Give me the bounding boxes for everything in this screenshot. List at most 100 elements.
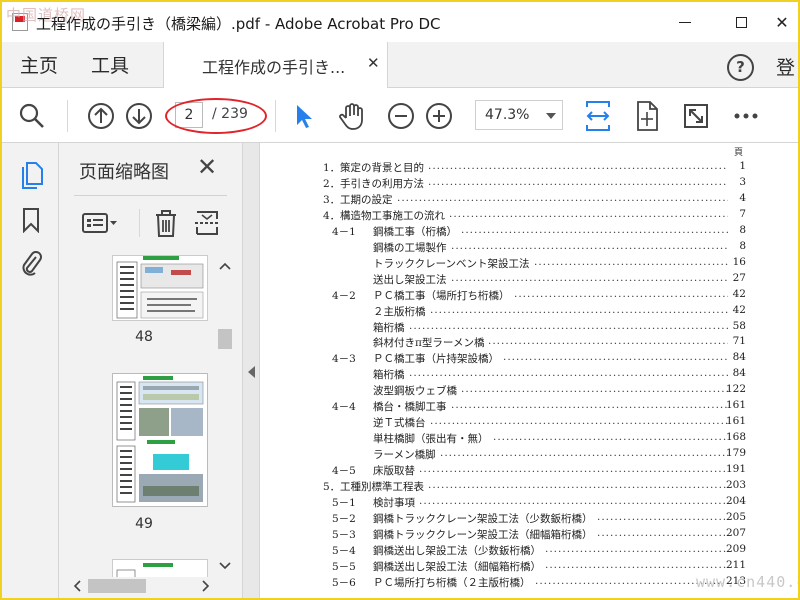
zoom-level-value: 47.3% <box>485 107 530 123</box>
help-icon[interactable]: ? <box>727 54 754 81</box>
close-window-button[interactable]: ✕ <box>762 8 798 36</box>
chevron-down-icon <box>546 113 556 119</box>
toc-entry-number: 1． <box>323 162 341 174</box>
close-panel-icon[interactable]: ✕ <box>197 153 217 181</box>
toc-entry-title: 鋼橋送出し架設工法（少数鈑桁橋） <box>373 544 541 557</box>
zoom-in-icon[interactable] <box>423 100 455 132</box>
zoom-out-icon[interactable] <box>385 100 417 132</box>
toc-entry: 箱桁橋.....................................… <box>260 367 798 383</box>
next-page-icon[interactable] <box>123 100 155 132</box>
bookmarks-icon[interactable] <box>18 205 44 235</box>
close-tab-icon[interactable]: ✕ <box>367 54 380 72</box>
corner-watermark: www.cn440.com <box>696 573 798 591</box>
fit-width-icon[interactable] <box>582 98 614 134</box>
toc-entry-number: 5－2 <box>332 512 356 525</box>
page-thumbnail[interactable] <box>112 373 208 507</box>
toc-entry: 1． 策定の背景と目的..............................… <box>260 160 798 176</box>
toc-entry-title: 斜材付きπ型ラーメン橋 <box>373 337 485 350</box>
tab-home[interactable]: 主页 <box>20 42 58 87</box>
zoom-level-select[interactable]: 47.3% <box>475 100 563 130</box>
toc-entry-page: 203 <box>725 479 746 491</box>
tab-tools[interactable]: 工具 <box>91 42 129 87</box>
toc-leader-dots: ........................................… <box>503 351 728 364</box>
tab-document[interactable]: 工程作成の手引き... ✕ <box>163 42 388 88</box>
toc-entry: 2． 手引きの利用方法..............................… <box>260 176 798 192</box>
delete-page-icon[interactable] <box>151 205 181 241</box>
page-thumbnails-icon[interactable] <box>16 159 46 191</box>
more-options-icon[interactable] <box>730 100 762 132</box>
document-tab-label: 工程作成の手引き... <box>202 58 346 77</box>
minimize-button[interactable] <box>665 8 705 36</box>
sign-in-link[interactable]: 登 <box>776 53 795 80</box>
toc-entry-title: 工期の設定 <box>340 193 393 206</box>
attachments-icon[interactable] <box>17 247 45 279</box>
toc-entry-page: 16 <box>732 255 746 268</box>
collapse-panel-icon[interactable] <box>248 366 255 378</box>
toc-entry-title: 逆Ｔ式橋台 <box>373 417 426 430</box>
rotate-view-icon[interactable] <box>631 98 663 134</box>
full-screen-icon[interactable] <box>680 100 712 132</box>
toc-entry-number: 3． <box>323 193 341 206</box>
toc-leader-dots: ........................................… <box>419 494 728 507</box>
toc-entry-number: 5－3 <box>332 528 356 541</box>
toc-entry-page: 71 <box>732 335 746 348</box>
toc-leader-dots: ........................................… <box>430 415 728 428</box>
thumbnail-page-number: 49 <box>135 516 153 532</box>
toc-entry-number: 5－5 <box>332 560 356 573</box>
toc-leader-dots: ........................................… <box>545 542 728 555</box>
page-thumbnails-panel: 页面缩略图 ✕ 48 49 <box>59 143 242 598</box>
toc-entry: 4． 構造物工事施工の流れ............................… <box>260 208 798 224</box>
toc-entry-page: 179 <box>725 447 746 460</box>
page-thumbnail[interactable] <box>112 559 208 577</box>
toc-entry-page: 84 <box>732 367 746 380</box>
toc-leader-dots: ........................................… <box>545 558 728 571</box>
document-view[interactable]: 頁 1． 策定の背景と目的............................… <box>260 143 798 598</box>
toc-entry-number: 4－1 <box>332 225 356 238</box>
thumbnails-horizontal-scrollbar[interactable] <box>73 577 224 595</box>
toc-entry-title: 波型鋼板ウェブ橋 <box>373 385 457 398</box>
window-title: 工程作成の手引き（橋梁編）.pdf - Adobe Acrobat Pro DC <box>36 15 441 33</box>
toc-entry-page: 168 <box>725 431 746 444</box>
close-icon: ✕ <box>775 12 789 32</box>
panel-splitter[interactable] <box>242 143 260 598</box>
toc-leader-dots: ........................................… <box>409 367 728 380</box>
toc-entry: 4－4 橋台・橋脚工事..............................… <box>260 399 798 415</box>
page-thumbnail[interactable] <box>112 255 208 321</box>
toc-entry: トラッククレーンベント架設工法.........................… <box>260 256 798 272</box>
toc-entry-title: 鋼橋送出し架設工法（細幅箱桁橋） <box>373 560 541 573</box>
toc-entry-title: 箱桁橋 <box>373 321 405 334</box>
toc-entry: 単柱橋脚（張出有・無）.............................… <box>260 431 798 447</box>
toc-entry-page: 42 <box>732 287 746 300</box>
toc-entry-title: 鋼橋トラッククレーン架設工法（細幅箱桁橋） <box>373 528 593 541</box>
hand-tool-icon[interactable] <box>336 99 368 133</box>
toc-entry-page: 4 <box>739 191 746 204</box>
select-tool-icon[interactable] <box>290 100 318 132</box>
toc-entry-number: 4－4 <box>332 401 356 414</box>
toc-entry-page: 161 <box>725 399 746 412</box>
previous-page-icon[interactable] <box>85 100 117 132</box>
toc-entry-page: 122 <box>725 383 746 396</box>
thumbnail-options-icon[interactable] <box>79 207 121 239</box>
toc-leader-dots: ........................................… <box>451 399 728 412</box>
toc-entry-number: 5－6 <box>332 576 356 589</box>
extract-pages-icon[interactable] <box>191 205 223 241</box>
toolbar: 2 / 239 47.3% <box>2 88 798 143</box>
maximize-button[interactable] <box>721 8 761 36</box>
toc-leader-dots: ........................................… <box>440 447 728 460</box>
search-icon[interactable] <box>16 100 48 132</box>
toc-entry-title: 箱桁橋 <box>373 369 405 382</box>
maximize-icon <box>735 16 747 28</box>
toc-entry: 5． 工種別標準工程表..............................… <box>260 479 798 495</box>
toc-entry-page: 207 <box>725 526 746 539</box>
toc-entry-page: 211 <box>725 558 746 571</box>
toc-leader-dots: ........................................… <box>493 431 728 444</box>
minimize-icon <box>679 21 691 23</box>
toc-entry-title: 橋台・橋脚工事 <box>373 401 447 414</box>
thumbnails-vertical-scrollbar[interactable] <box>216 255 234 577</box>
toc-entry: 斜材付きπ型ラーメン橋.............................… <box>260 335 798 351</box>
red-annotation-oval <box>165 98 267 134</box>
toc-entry-page: 1 <box>739 160 746 172</box>
toc-entry-title: 鋼橋の工場製作 <box>373 241 447 254</box>
toolbar-divider <box>275 100 276 132</box>
toc-entry-title: 策定の背景と目的 <box>340 162 424 174</box>
